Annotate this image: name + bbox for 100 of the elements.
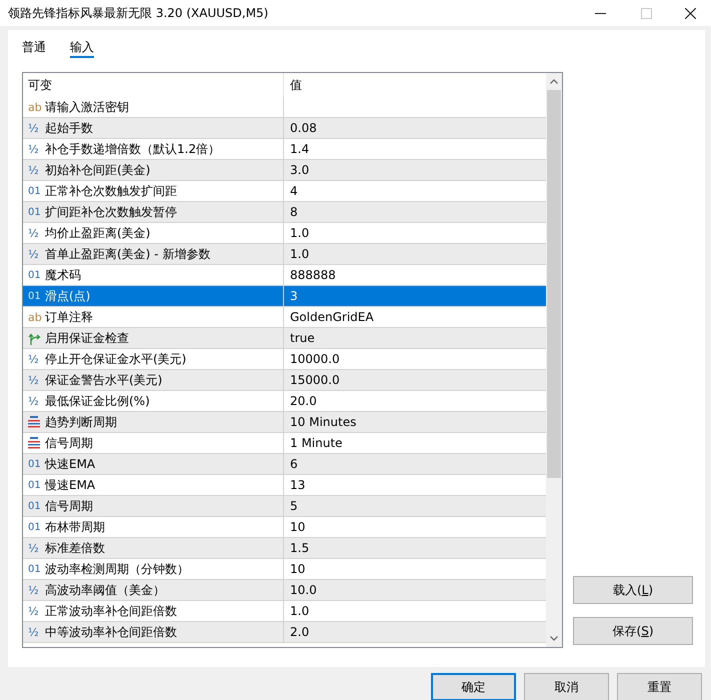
parameter-row[interactable]: 01 正常补仓次数触发扩间距 4 [23,181,546,202]
ab-icon: ab [28,100,42,114]
parameter-name: 初始补仓间距(美金) [45,162,150,178]
parameter-value: 6 [290,457,298,471]
parameter-row[interactable]: 01 滑点(点) 3 [23,286,546,307]
parameter-row[interactable]: 01 快速EMA 6 [23,454,546,475]
scrollbar-thumb[interactable] [547,90,561,478]
parameter-name: 布林带周期 [45,518,105,536]
parameter-value: 1.5 [290,541,310,555]
maximize-icon [640,8,652,18]
parameter-value: 20.0 [290,394,317,408]
parameter-value: 1.0 [290,604,310,618]
tab[interactable]: 普通 [22,37,46,58]
digits-icon: 01 [28,206,41,218]
fraction-icon: ½ [28,374,39,386]
parameter-row[interactable]: ½ 停止开仓保证金水平(美元) 10000.0 [23,349,546,370]
digits-icon: 01 [28,290,41,302]
parameter-value: 10000.0 [290,352,340,366]
parameter-row[interactable]: ½ 初始补仓间距(美金) 3.0 [23,160,546,181]
parameter-value: 8 [290,205,298,219]
parameter-value: 4 [290,184,298,198]
column-header[interactable]: 可变 [28,76,52,94]
side-button[interactable]: 保存(S) [573,617,693,645]
parameter-row[interactable]: 启用保证金检查 true [23,328,546,349]
parameter-value: 2.0 [290,625,310,639]
parameter-name: 标准差倍数 [45,540,105,556]
fraction-icon: ½ [28,248,39,260]
list-lines-icon [28,437,40,449]
digits-icon: 01 [28,184,41,198]
parameter-row[interactable]: 信号周期 1 Minute [23,433,546,454]
digits-icon: 01 [28,562,41,576]
digits-icon: 01 [28,520,41,534]
parameter-name: 中等波动率补仓间距倍数 [45,624,177,640]
parameter-name: 扩间距补仓次数触发暂停 [45,204,177,220]
parameter-name: 正常波动率补仓间距倍数 [45,602,177,620]
dialog-button[interactable]: 重置 [617,673,702,700]
parameter-name: 请输入激活密钥 [45,98,129,116]
branch-arrow-icon [28,332,41,344]
parameter-name: 最低保证金比例(%) [45,392,150,410]
parameter-value: true [290,331,315,345]
parameter-name: 趋势判断周期 [45,414,117,430]
parameter-name: 补仓手数递增倍数（默认1.2倍） [45,140,220,158]
parameter-name: 慢速EMA [45,476,96,494]
column-header[interactable]: 值 [290,76,302,94]
side-button[interactable]: 载入(L) [573,576,693,604]
parameter-row[interactable]: ½ 起始手数 0.08 [23,118,546,139]
parameter-name: 滑点(点) [45,288,90,304]
digits-icon: 01 [28,500,41,512]
caret-up-icon [550,79,558,84]
fraction-icon: ½ [28,352,39,366]
parameter-value: 1 Minute [290,436,342,450]
caret-down-icon [550,636,558,641]
parameter-row[interactable]: 01 波动率检测周期（分钟数） 10 [23,559,546,580]
parameter-value: 3 [290,289,298,303]
parameter-row[interactable]: ½ 中等波动率补仓间距倍数 2.0 [23,622,546,643]
fraction-icon: ½ [28,604,39,618]
digits-icon: 01 [28,478,41,492]
window-title: 领路先锋指标风暴最新无限 3.20 (XAUUSD,M5) [7,4,270,22]
parameter-row[interactable]: ½ 标准差倍数 1.5 [23,538,546,559]
parameter-row[interactable]: ½ 补仓手数递增倍数（默认1.2倍） 1.4 [23,139,546,160]
parameter-value: 0.08 [290,121,317,135]
fraction-icon: ½ [28,394,39,408]
parameter-row[interactable]: ½ 最低保证金比例(%) 20.0 [23,391,546,412]
fraction-icon: ½ [28,542,39,554]
parameter-value: 10.0 [290,583,317,597]
parameter-row[interactable]: 01 扩间距补仓次数触发暂停 8 [23,202,546,223]
parameter-name: 保证金警告水平(美元) [45,372,162,388]
parameter-name: 启用保证金检查 [45,330,129,346]
parameter-name: 快速EMA [45,456,96,472]
parameter-name: 订单注释 [45,308,93,326]
parameter-name: 高波动率阈值（美金） [45,582,165,598]
close-icon [684,8,696,18]
dialog-button[interactable]: 确定 [431,673,516,700]
minimize-icon [594,12,606,14]
parameter-row[interactable]: ab 订单注释 GoldenGridEA [23,307,546,328]
parameter-name: 信号周期 [45,434,93,452]
parameter-row[interactable]: 01 慢速EMA 13 [23,475,546,496]
parameter-row[interactable]: 01 魔术码 888888 [23,265,546,286]
parameter-value: 888888 [290,268,336,282]
parameter-value: 5 [290,499,298,513]
tab[interactable]: 输入 [70,37,94,58]
parameter-value: 3.0 [290,163,310,177]
parameter-row[interactable]: ½ 保证金警告水平(美元) 15000.0 [23,370,546,391]
parameter-row[interactable]: ½ 均价止盈距离(美金) 1.0 [23,223,546,244]
parameter-name: 停止开仓保证金水平(美元) [45,350,186,368]
parameter-row[interactable]: 01 信号周期 5 [23,496,546,517]
parameter-row[interactable]: ½ 高波动率阈值（美金） 10.0 [23,580,546,601]
fraction-icon: ½ [28,122,39,134]
parameter-row[interactable]: 01 布林带周期 10 [23,517,546,538]
parameter-name: 首单止盈距离(美金) - 新增参数 [45,246,210,262]
parameter-value: 15000.0 [290,373,340,387]
digits-icon: 01 [28,268,41,282]
dialog-button[interactable]: 取消 [524,673,609,700]
parameter-row[interactable]: ½ 首单止盈距离(美金) - 新增参数 1.0 [23,244,546,265]
parameter-row[interactable]: ½ 正常波动率补仓间距倍数 1.0 [23,601,546,622]
parameter-row[interactable]: 趋势判断周期 10 Minutes [23,412,546,433]
parameter-name: 起始手数 [45,120,93,136]
parameter-row[interactable]: ab 请输入激活密钥 [23,97,546,118]
digits-icon: 01 [28,458,41,470]
fraction-icon: ½ [28,584,39,596]
